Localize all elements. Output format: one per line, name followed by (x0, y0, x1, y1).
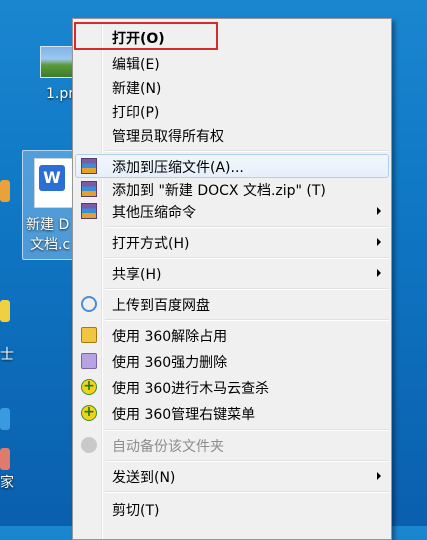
menu-separator (105, 460, 389, 462)
menu-item-print[interactable]: 打印(P) (75, 99, 389, 123)
menu-item-add-to-archive[interactable]: 添加到压缩文件(A)... (75, 154, 389, 178)
desktop-edge-label-2[interactable]: 家 (0, 472, 14, 492)
open-item-highlight-box (74, 22, 218, 50)
menu-item-360-trojan-scan[interactable]: + 使用 360进行木马云查杀 (75, 375, 389, 399)
context-menu: 打开(O) 编辑(E) 新建(N) 打印(P) 管理员取得所有权 添加到压缩文件… (72, 18, 392, 540)
menu-item-label: 添加到压缩文件(A)... (112, 160, 244, 176)
menu-separator (105, 150, 389, 152)
menu-item-label: 打开方式(H) (112, 236, 190, 252)
shredder-icon (81, 353, 97, 369)
menu-item-label: 上传到百度网盘 (112, 298, 210, 314)
menu-item-label: 使用 360管理右键菜单 (112, 407, 256, 423)
menu-separator (105, 319, 389, 321)
submenu-arrow-icon (377, 238, 381, 246)
menu-separator (105, 288, 389, 290)
menu-item-label: 新建(N) (112, 81, 162, 97)
submenu-arrow-icon (377, 472, 381, 480)
backup-icon (81, 437, 97, 453)
menu-item-label: 打印(P) (112, 105, 160, 121)
file-label-line2[interactable]: 文档.c (30, 234, 70, 254)
winrar-icon (81, 203, 97, 219)
desktop-edge-icon-2[interactable] (0, 300, 10, 322)
menu-item-new[interactable]: 新建(N) (75, 75, 389, 99)
menu-separator (105, 226, 389, 228)
menu-item-baidu-upload[interactable]: 上传到百度网盘 (75, 292, 389, 316)
image-file-icon[interactable] (40, 46, 76, 78)
menu-item-360-force-delete[interactable]: 使用 360强力删除 (75, 349, 389, 373)
winrar-icon (81, 158, 97, 174)
menu-separator (105, 257, 389, 259)
baidu-netdisk-icon (81, 296, 97, 312)
desktop-edge-icon-1[interactable] (0, 180, 10, 202)
menu-separator (105, 429, 389, 431)
menu-item-label: 自动备份该文件夹 (112, 439, 224, 455)
desktop-edge-label-1[interactable]: 士 (0, 344, 14, 364)
menu-item-360-manage-context-menu[interactable]: + 使用 360管理右键菜单 (75, 401, 389, 425)
menu-separator (105, 491, 389, 493)
menu-item-label: 使用 360解除占用 (112, 329, 228, 345)
unlock-file-icon (81, 327, 97, 343)
menu-item-label: 添加到 "新建 DOCX 文档.zip" (T) (112, 183, 326, 199)
menu-item-take-ownership[interactable]: 管理员取得所有权 (75, 123, 389, 147)
menu-item-label: 共享(H) (112, 267, 162, 283)
menu-item-cut[interactable]: 剪切(T) (75, 497, 389, 521)
menu-item-label: 编辑(E) (112, 57, 160, 73)
menu-item-label: 剪切(T) (112, 503, 160, 519)
word-logo-icon: W (39, 165, 65, 191)
submenu-arrow-icon (377, 269, 381, 277)
submenu-arrow-icon (377, 207, 381, 215)
desktop-edge-icon-4[interactable] (0, 448, 10, 470)
menu-item-label: 管理员取得所有权 (112, 129, 224, 145)
word-document-icon[interactable]: W (34, 158, 76, 208)
file-label-line1[interactable]: 新建 D (26, 214, 69, 234)
menu-item-auto-backup: 自动备份该文件夹 (75, 433, 389, 457)
desktop-edge-icon-3[interactable] (0, 408, 10, 430)
file-label-1pr[interactable]: 1.pr (46, 86, 74, 102)
360-security-icon: + (81, 379, 97, 395)
menu-item-edit[interactable]: 编辑(E) (75, 51, 389, 75)
menu-item-add-to-zip[interactable]: 添加到 "新建 DOCX 文档.zip" (T) (75, 177, 389, 201)
menu-item-label: 使用 360进行木马云查杀 (112, 381, 270, 397)
360-security-icon: + (81, 405, 97, 421)
winrar-icon (81, 181, 97, 197)
menu-item-other-compress[interactable]: 其他压缩命令 (75, 199, 389, 223)
menu-item-open-with[interactable]: 打开方式(H) (75, 230, 389, 254)
menu-item-share[interactable]: 共享(H) (75, 261, 389, 285)
menu-item-send-to[interactable]: 发送到(N) (75, 464, 389, 488)
menu-item-label: 使用 360强力删除 (112, 355, 228, 371)
menu-item-360-unlock[interactable]: 使用 360解除占用 (75, 323, 389, 347)
menu-item-label: 其他压缩命令 (112, 205, 196, 221)
menu-item-label: 发送到(N) (112, 470, 176, 486)
